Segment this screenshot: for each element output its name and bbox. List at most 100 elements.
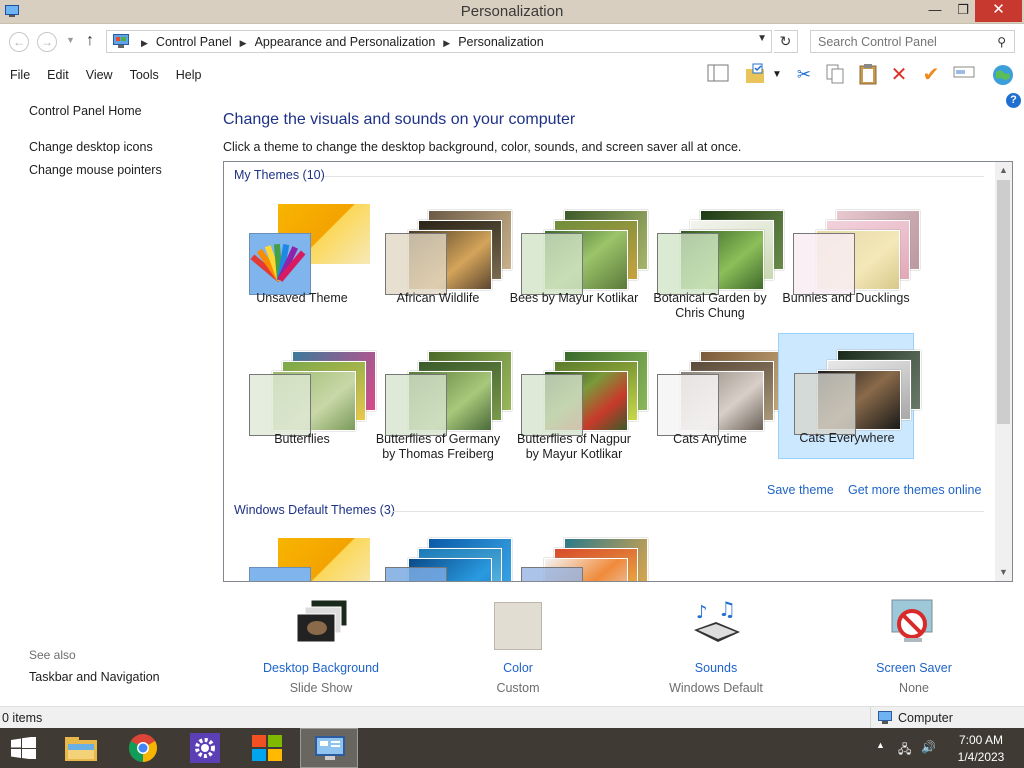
search-icon[interactable]: ⚲ bbox=[997, 35, 1006, 49]
get-more-themes-link[interactable]: Get more themes online bbox=[848, 483, 981, 497]
svg-text:♫: ♫ bbox=[718, 598, 736, 621]
color-link[interactable]: Color bbox=[433, 661, 603, 675]
chrome-taskbar-button[interactable] bbox=[114, 728, 172, 768]
scroll-thumb[interactable] bbox=[997, 180, 1010, 424]
change-desktop-icons-link[interactable]: Change desktop icons bbox=[29, 140, 153, 154]
help-icon[interactable]: ? bbox=[1006, 93, 1021, 108]
refresh-icon[interactable]: ↻ bbox=[774, 30, 798, 53]
theme-thumbnail bbox=[789, 344, 921, 435]
save-theme-link[interactable]: Save theme bbox=[767, 483, 834, 497]
theme-tile-cats-everywhere[interactable]: Cats Everywhere bbox=[778, 333, 921, 459]
theme-tile-windows-lines[interactable] bbox=[370, 528, 512, 581]
control-panel-taskbar-button[interactable] bbox=[300, 728, 358, 768]
theme-label: Butterflies of Germany by Thomas Freiberg bbox=[375, 432, 501, 461]
theme-tile-botanical-garden[interactable]: Botanical Garden by Chris Chung bbox=[642, 194, 784, 320]
recent-locations-chevron-icon[interactable]: ▼ bbox=[66, 35, 75, 45]
theme-tile-windows-flowers[interactable] bbox=[506, 528, 648, 581]
checkmark-icon[interactable]: ✔ bbox=[918, 63, 944, 87]
menu-tools[interactable]: Tools bbox=[130, 68, 159, 82]
page-description: Click a theme to change the desktop back… bbox=[223, 140, 742, 154]
theme-label: Cats Anytime bbox=[673, 432, 747, 446]
color-value: Custom bbox=[496, 681, 540, 695]
control-panel-home-link[interactable]: Control Panel Home bbox=[29, 104, 142, 118]
desktop-background-option[interactable]: Desktop Background Slide Show bbox=[236, 598, 406, 695]
breadcrumb-control-panel[interactable]: Control Panel bbox=[156, 35, 232, 49]
delete-icon[interactable]: ✕ bbox=[886, 63, 912, 87]
location-label: Computer bbox=[898, 711, 953, 725]
search-input[interactable] bbox=[818, 35, 988, 49]
theme-tile-butterflies[interactable]: Butterflies bbox=[234, 335, 376, 461]
copy-icon[interactable] bbox=[822, 63, 848, 87]
desktop-background-link[interactable]: Desktop Background bbox=[236, 661, 406, 675]
theme-thumbnail bbox=[244, 538, 370, 581]
globe-icon[interactable] bbox=[990, 63, 1016, 87]
network-icon[interactable]: 🖧 bbox=[898, 740, 911, 761]
start-button[interactable] bbox=[0, 728, 48, 768]
scroll-up-arrow-icon[interactable]: ▲ bbox=[995, 162, 1012, 179]
maximize-button[interactable]: ❐ bbox=[948, 0, 978, 22]
theme-tile-butterflies-germany[interactable]: Butterflies of Germany by Thomas Freiberg bbox=[370, 335, 512, 461]
settings-taskbar-button[interactable] bbox=[176, 728, 234, 768]
menu-view[interactable]: View bbox=[86, 68, 113, 82]
store-taskbar-button[interactable] bbox=[238, 728, 296, 768]
paste-icon[interactable] bbox=[855, 63, 881, 87]
windows-default-themes-header[interactable]: Windows Default Themes (3) bbox=[234, 503, 395, 517]
desktop-background-value: Slide Show bbox=[289, 681, 353, 695]
theme-list-scrollbar[interactable]: ▲ ▼ bbox=[995, 162, 1012, 581]
minimize-button[interactable]: — bbox=[920, 0, 950, 22]
my-themes-header[interactable]: My Themes (10) bbox=[234, 168, 325, 182]
theme-tile-bunnies-ducklings[interactable]: Bunnies and Ducklings bbox=[778, 194, 920, 320]
breadcrumb-separator-icon[interactable]: ▶ bbox=[240, 38, 247, 49]
theme-tile-bees[interactable]: Bees by Mayur Kotlikar bbox=[506, 194, 648, 320]
address-dropdown-icon[interactable]: ▼ bbox=[757, 33, 767, 44]
theme-tile-african-wildlife[interactable]: African Wildlife bbox=[370, 194, 512, 320]
back-arrow-icon[interactable]: ← bbox=[9, 32, 29, 52]
menu-file[interactable]: File bbox=[10, 68, 30, 82]
screen-saver-link[interactable]: Screen Saver bbox=[829, 661, 999, 675]
theme-thumbnail bbox=[380, 204, 512, 295]
sounds-link[interactable]: Sounds bbox=[631, 661, 801, 675]
breadcrumb-separator-icon[interactable]: ▶ bbox=[141, 38, 148, 49]
forward-arrow-icon[interactable]: → bbox=[37, 32, 57, 52]
cut-icon[interactable]: ✂ bbox=[791, 63, 817, 87]
rename-icon[interactable] bbox=[951, 63, 977, 87]
status-bar: 0 items Computer bbox=[0, 706, 1024, 729]
properties-dropdown-icon[interactable]: ▼ bbox=[769, 63, 785, 87]
file-explorer-taskbar-button[interactable] bbox=[52, 728, 110, 768]
theme-tile-windows[interactable] bbox=[234, 528, 370, 581]
theme-thumbnail bbox=[516, 345, 648, 436]
close-button[interactable]: ✕ bbox=[975, 0, 1022, 22]
theme-thumbnail bbox=[788, 204, 920, 295]
layout-icon[interactable] bbox=[705, 63, 731, 87]
theme-thumbnail bbox=[380, 538, 512, 581]
volume-icon[interactable]: 🔊 bbox=[921, 740, 936, 754]
properties-folder-icon[interactable] bbox=[743, 63, 769, 87]
up-arrow-icon[interactable]: ↑ bbox=[86, 32, 94, 50]
theme-list[interactable]: My Themes (10) Unsaved Theme African Wil… bbox=[223, 161, 1013, 582]
menu-edit[interactable]: Edit bbox=[47, 68, 69, 82]
change-mouse-pointers-link[interactable]: Change mouse pointers bbox=[29, 163, 162, 177]
menu-help[interactable]: Help bbox=[176, 68, 202, 82]
sounds-option[interactable]: ♪ ♫ Sounds Windows Default bbox=[631, 597, 801, 695]
windows-store-icon bbox=[252, 735, 282, 761]
breadcrumb: ▶ Control Panel ▶ Appearance and Personaliz… bbox=[133, 35, 544, 49]
theme-tile-cats-anytime[interactable]: Cats Anytime bbox=[642, 335, 784, 461]
theme-tile-unsaved[interactable]: Unsaved Theme bbox=[234, 194, 370, 320]
theme-thumbnail bbox=[244, 345, 376, 436]
search-box[interactable]: ⚲ bbox=[810, 30, 1015, 53]
show-hidden-icons-icon[interactable]: ▲ bbox=[876, 740, 885, 750]
address-bar[interactable]: ▶ Control Panel ▶ Appearance and Personaliz… bbox=[106, 30, 772, 53]
menu-bar: File Edit View Tools Help ▼ ✂ ✕ ✔ bbox=[0, 60, 1024, 90]
clock[interactable]: 7:00 AM 1/4/2023 bbox=[950, 732, 1012, 766]
theme-label: Bunnies and Ducklings bbox=[782, 291, 910, 305]
scroll-down-arrow-icon[interactable]: ▼ bbox=[995, 564, 1012, 581]
breadcrumb-personalization[interactable]: Personalization bbox=[458, 35, 543, 49]
screen-saver-option[interactable]: Screen Saver None bbox=[829, 598, 999, 695]
breadcrumb-separator-icon[interactable]: ▶ bbox=[443, 38, 450, 49]
theme-tile-butterflies-nagpur[interactable]: Butterflies of Nagpur by Mayur Kotlikar bbox=[506, 335, 648, 461]
settings-gear-icon bbox=[190, 733, 220, 763]
taskbar-navigation-link[interactable]: Taskbar and Navigation bbox=[29, 670, 160, 684]
color-option[interactable]: Color Custom bbox=[433, 598, 603, 695]
theme-thumbnail bbox=[244, 204, 370, 295]
breadcrumb-appearance[interactable]: Appearance and Personalization bbox=[255, 35, 436, 49]
